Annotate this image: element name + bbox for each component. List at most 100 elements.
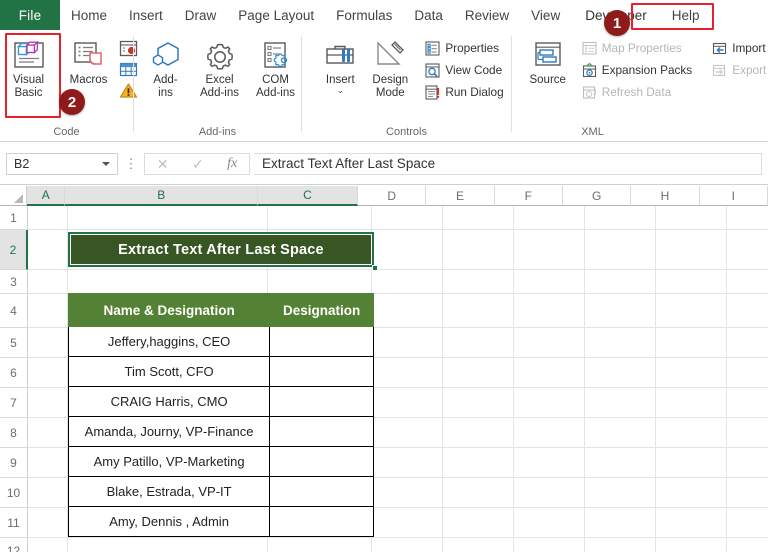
- cell-designation-2[interactable]: [269, 356, 374, 387]
- cell-name-designation-2[interactable]: Tim Scott, CFO: [67, 356, 271, 387]
- insert-dropdown-chevron-icon[interactable]: ⌄: [337, 86, 345, 95]
- row-header-10[interactable]: 10: [0, 478, 28, 508]
- map-properties-label: Map Properties: [601, 41, 682, 55]
- enter-icon[interactable]: ✓: [192, 157, 204, 171]
- name-box-chevron-down-icon[interactable]: [102, 161, 110, 166]
- column-header-D[interactable]: D: [357, 186, 427, 206]
- cell-name-designation-4[interactable]: Amanda, Journy, VP-Finance: [67, 416, 271, 447]
- table-header-designation: Designation: [269, 293, 374, 327]
- cell-designation-6[interactable]: [269, 476, 374, 507]
- tab-insert[interactable]: Insert: [118, 0, 174, 30]
- tab-insert-label: Insert: [129, 7, 163, 23]
- insert-control-button[interactable]: Insert ⌄: [316, 35, 364, 95]
- tab-draw[interactable]: Draw: [174, 0, 228, 30]
- macros-button[interactable]: Macros: [59, 35, 119, 87]
- map-properties-icon: [580, 40, 599, 57]
- selection-handle[interactable]: [372, 265, 378, 271]
- data-table: Name & Designation Designation Jeffery,h…: [67, 293, 374, 537]
- table-row[interactable]: CRAIG Harris, CMO: [67, 386, 374, 417]
- column-header-F[interactable]: F: [494, 186, 563, 206]
- worksheet-grid: A B C D E F G H I 1 2 3 4 5 6 7 8 9 10 1…: [0, 186, 768, 552]
- annotation-box-developer-tab: [631, 3, 714, 30]
- excel-addins-button[interactable]: Excel Add-ins: [192, 35, 248, 100]
- ribbon-group-controls: Insert ⌄ Design Mode Properties View Cod…: [302, 30, 511, 142]
- com-addins-button[interactable]: COM Add-ins: [248, 35, 304, 100]
- table-row[interactable]: Amy Patillo, VP-Marketing: [67, 446, 374, 477]
- run-dialog-label: Run Dialog: [445, 85, 504, 99]
- cell-name-designation-5[interactable]: Amy Patillo, VP-Marketing: [67, 446, 271, 477]
- table-row[interactable]: Tim Scott, CFO: [67, 356, 374, 387]
- import-button[interactable]: Import: [707, 37, 768, 59]
- cell-name-designation-1[interactable]: Jeffery,haggins, CEO: [67, 326, 271, 357]
- export-button[interactable]: Export: [707, 59, 768, 81]
- table-row[interactable]: Amy, Dennis , Admin: [67, 506, 374, 537]
- tab-review[interactable]: Review: [454, 0, 520, 30]
- insert-control-icon: [323, 38, 357, 72]
- export-icon: [710, 62, 729, 79]
- cancel-icon[interactable]: ✕: [157, 157, 169, 171]
- cell-designation-3[interactable]: [269, 386, 374, 417]
- view-code-icon: [423, 62, 442, 79]
- row-header-7[interactable]: 7: [0, 388, 28, 418]
- import-label: Import: [732, 41, 766, 55]
- cell-name-designation-6[interactable]: Blake, Estrada, VP-IT: [67, 476, 271, 507]
- cell-name-designation-7[interactable]: Amy, Dennis , Admin: [67, 506, 271, 537]
- column-header-B[interactable]: B: [65, 186, 258, 206]
- tab-data[interactable]: Data: [403, 0, 454, 30]
- column-header-I[interactable]: I: [699, 186, 768, 206]
- expansion-packs-button[interactable]: Expansion Packs: [577, 59, 696, 81]
- addins-button[interactable]: Add- ins: [140, 35, 192, 100]
- table-header-name-designation: Name & Designation: [67, 293, 271, 327]
- map-properties-button[interactable]: Map Properties: [577, 37, 696, 59]
- column-header-C[interactable]: C: [257, 186, 358, 206]
- tab-formulas[interactable]: Formulas: [325, 0, 403, 30]
- row-header-8[interactable]: 8: [0, 418, 28, 448]
- tab-home[interactable]: Home: [60, 0, 118, 30]
- row-header-4[interactable]: 4: [0, 294, 28, 328]
- view-code-button[interactable]: View Code: [420, 59, 506, 81]
- column-header-A[interactable]: A: [26, 186, 66, 206]
- table-row[interactable]: Blake, Estrada, VP-IT: [67, 476, 374, 507]
- cell-designation-5[interactable]: [269, 446, 374, 477]
- controls-small-buttons: Properties View Code Run Dialog: [420, 35, 506, 103]
- select-all-corner[interactable]: [0, 186, 27, 206]
- cell-designation-7[interactable]: [269, 506, 374, 537]
- column-header-H[interactable]: H: [631, 186, 700, 206]
- column-header-E[interactable]: E: [426, 186, 495, 206]
- row-header-2[interactable]: 2: [0, 230, 28, 270]
- ribbon-group-addins: Add- ins Excel Add-ins COM Add-ins Add-i…: [134, 30, 301, 142]
- properties-button[interactable]: Properties: [420, 37, 506, 59]
- formula-input[interactable]: Extract Text After Last Space: [254, 152, 762, 175]
- name-box[interactable]: B2: [6, 152, 118, 175]
- tab-view[interactable]: View: [520, 0, 571, 30]
- row-header-12[interactable]: 12: [0, 538, 28, 552]
- row-header-5[interactable]: 5: [0, 328, 28, 358]
- formula-bar-grip: ⋮: [124, 155, 138, 171]
- row-header-1[interactable]: 1: [0, 206, 28, 230]
- ribbon: Visual Basic Macros Code Add- ins Excel …: [0, 30, 768, 142]
- annotation-box-visual-basic: [5, 33, 61, 118]
- design-mode-button[interactable]: Design Mode: [364, 35, 416, 100]
- tab-page-layout[interactable]: Page Layout: [227, 0, 325, 30]
- row-header-11[interactable]: 11: [0, 508, 28, 538]
- column-header-G[interactable]: G: [562, 186, 632, 206]
- run-dialog-button[interactable]: Run Dialog: [420, 81, 506, 103]
- table-row[interactable]: Amanda, Journy, VP-Finance: [67, 416, 374, 447]
- xml-source-button[interactable]: Source: [521, 35, 575, 87]
- com-addins-label: COM Add-ins: [256, 74, 295, 99]
- cell-designation-1[interactable]: [269, 326, 374, 357]
- row-header-9[interactable]: 9: [0, 448, 28, 478]
- export-label: Export: [732, 63, 767, 77]
- excel-window: File Home Insert Draw Page Layout Formul…: [0, 0, 768, 552]
- refresh-data-button[interactable]: Refresh Data: [577, 81, 696, 103]
- xml-small-buttons-left: Map Properties Expansion Packs Refresh D…: [577, 35, 696, 103]
- table-row[interactable]: Jeffery,haggins, CEO: [67, 326, 374, 357]
- cell-name-designation-3[interactable]: CRAIG Harris, CMO: [67, 386, 271, 417]
- row-header-3[interactable]: 3: [0, 270, 28, 294]
- title-cell-b2[interactable]: Extract Text After Last Space: [68, 232, 374, 267]
- tab-file[interactable]: File: [0, 0, 60, 30]
- insert-function-icon[interactable]: fx: [227, 156, 237, 172]
- com-addins-icon: [259, 38, 293, 72]
- row-header-6[interactable]: 6: [0, 358, 28, 388]
- cell-designation-4[interactable]: [269, 416, 374, 447]
